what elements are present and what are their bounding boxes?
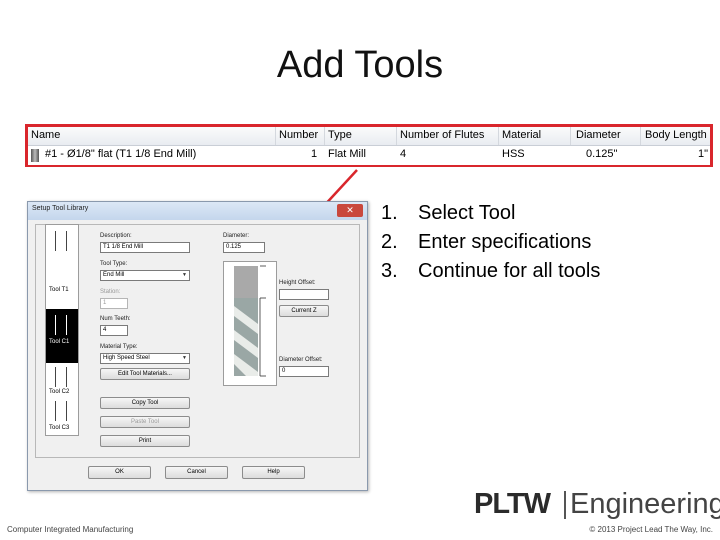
- footer-course-name: Computer Integrated Manufacturing: [7, 525, 134, 534]
- diameter-label: Diameter:: [223, 233, 250, 239]
- chevron-down-icon: ▼: [182, 272, 187, 278]
- tool-list-item[interactable]: Tool C2: [49, 389, 81, 395]
- cancel-button[interactable]: Cancel: [165, 466, 228, 479]
- help-button[interactable]: Help: [242, 466, 305, 479]
- print-button[interactable]: Print: [100, 435, 190, 447]
- tool-list-item-selected[interactable]: Tool C1: [46, 309, 78, 363]
- description-field[interactable]: T1 1/8 End Mill: [100, 242, 190, 253]
- material-type-value: High Speed Steel: [103, 355, 150, 361]
- ok-button[interactable]: OK: [88, 466, 151, 479]
- list-item: 1. Select Tool: [381, 202, 516, 224]
- material-type-label: Material Type:: [100, 344, 138, 350]
- tool-preview: [223, 261, 277, 386]
- height-offset-field[interactable]: [279, 289, 329, 300]
- num-teeth-field[interactable]: 4: [100, 325, 128, 336]
- diameter-field[interactable]: 0.125: [223, 242, 265, 253]
- logo-engineering-text: Engineering: [570, 488, 720, 520]
- paste-tool-button[interactable]: Paste Tool: [100, 416, 190, 428]
- list-item: 3. Continue for all tools: [381, 260, 601, 282]
- tool-shape-icon: [55, 401, 67, 421]
- tool-type-value: End Mill: [103, 272, 125, 278]
- logo-pltw-text: PLTW: [474, 488, 551, 520]
- tool-type-label: Tool Type:: [100, 261, 128, 267]
- end-mill-preview-icon: [234, 265, 266, 377]
- steps-list: 1. Select Tool 2. Enter specifications 3. C…: [381, 199, 600, 286]
- dialog-title: Setup Tool Library: [32, 205, 89, 212]
- dialog-titlebar[interactable]: Setup Tool Library ✕: [28, 202, 367, 220]
- footer-copyright: © 2013 Project Lead The Way, Inc.: [589, 525, 713, 534]
- tool-shape-icon: [55, 231, 67, 251]
- tool-list-item-label: Tool C1: [49, 339, 70, 345]
- tool-shape-icon: [55, 367, 67, 387]
- station-label: Station:: [100, 289, 121, 295]
- material-type-select[interactable]: High Speed Steel ▼: [100, 353, 190, 364]
- dialog-panel: [35, 224, 360, 458]
- tool-list-item[interactable]: Tool T1: [49, 287, 81, 293]
- description-label: Description:: [100, 233, 132, 239]
- list-item: 2. Enter specifications: [381, 231, 592, 253]
- station-stepper[interactable]: 1: [100, 298, 128, 309]
- tool-list-item[interactable]: Tool C3: [49, 425, 81, 431]
- tool-type-select[interactable]: End Mill ▼: [100, 270, 190, 281]
- chevron-down-icon: ▼: [182, 355, 187, 361]
- diameter-offset-field[interactable]: 0: [279, 366, 329, 377]
- tool-shape-icon: [55, 315, 67, 335]
- current-z-button[interactable]: Current Z: [279, 305, 329, 317]
- diameter-offset-label: Diameter Offset:: [279, 357, 323, 363]
- edit-tool-materials-button[interactable]: Edit Tool Materials...: [100, 368, 190, 380]
- height-offset-label: Height Offset:: [279, 280, 316, 286]
- tool-list[interactable]: Tool T1 Tool C1 Tool C2 Tool C3: [45, 224, 79, 436]
- num-teeth-label: Num Teeth:: [100, 316, 131, 322]
- logo-divider: [564, 491, 566, 519]
- setup-tool-library-dialog: Setup Tool Library ✕ Tool T1 Tool C1 Too…: [27, 201, 368, 491]
- close-icon[interactable]: ✕: [337, 204, 363, 217]
- copy-tool-button[interactable]: Copy Tool: [100, 397, 190, 409]
